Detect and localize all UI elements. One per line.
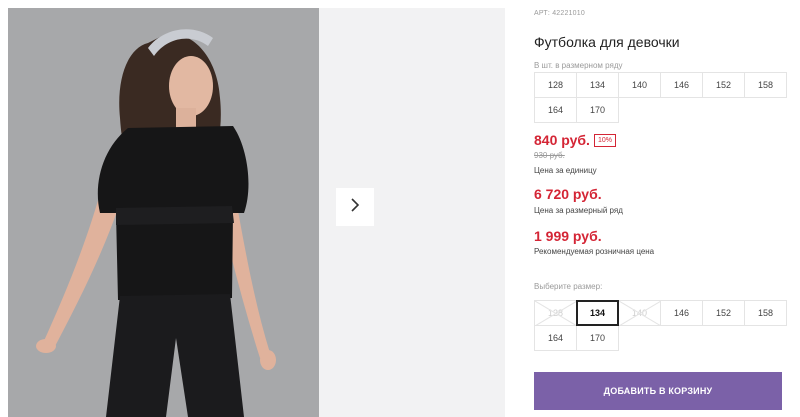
size-option-158[interactable]: 158	[744, 300, 787, 326]
size-option-128: 128	[534, 300, 577, 326]
size-row-item: 134	[576, 72, 619, 98]
size-option-label: 152	[715, 308, 732, 318]
size-row-label: В шт. в размерном ряду	[534, 61, 623, 70]
size-row-item: 140	[618, 72, 661, 98]
size-option-146[interactable]: 146	[660, 300, 703, 326]
size-option-170[interactable]: 170	[576, 325, 619, 351]
size-row-item: 164	[534, 97, 577, 123]
size-row-item: 170	[576, 97, 619, 123]
size-option-134[interactable]: 134	[576, 300, 619, 326]
retail-price: 1 999 руб.	[534, 228, 602, 244]
size-option-152[interactable]: 152	[702, 300, 745, 326]
retail-price-note: Рекомендуемая розничная цена	[534, 247, 655, 256]
size-option-label: 134	[589, 308, 606, 318]
product-sku: АРТ: 42221010	[534, 10, 585, 17]
product-title: Футболка для девочки	[534, 34, 680, 50]
size-select-grid: 128 134 140 146 152 158 164 170	[534, 300, 787, 351]
discount-badge: 10%	[594, 134, 617, 147]
size-option-140: 140	[618, 300, 661, 326]
size-option-label: 164	[547, 333, 564, 343]
strike-icon	[535, 301, 577, 326]
row-price: 6 720 руб.	[534, 186, 602, 202]
old-price: 930 руб.	[534, 151, 565, 160]
size-option-label: 158	[757, 308, 774, 318]
size-select-label: Выберите размер:	[534, 282, 603, 291]
size-option-label: 146	[673, 308, 690, 318]
gallery-next-button[interactable]	[336, 188, 374, 226]
size-row-item: 152	[702, 72, 745, 98]
size-option-164[interactable]: 164	[534, 325, 577, 351]
size-row-item: 128	[534, 72, 577, 98]
unit-price-note: Цена за единицу	[534, 166, 597, 175]
size-row-item: 158	[744, 72, 787, 98]
add-to-cart-button[interactable]: ДОБАВИТЬ В КОРЗИНУ	[534, 372, 782, 410]
size-row-grid: 128 134 140 146 152 158 164 170	[534, 72, 787, 123]
product-gallery	[8, 8, 505, 417]
row-price-note: Цена за размерный ряд	[534, 206, 623, 215]
product-photo[interactable]	[8, 8, 319, 417]
strike-icon	[619, 301, 661, 326]
chevron-right-icon	[349, 197, 361, 218]
size-row-item: 146	[660, 72, 703, 98]
unit-price: 840 руб.	[534, 132, 590, 148]
size-option-label: 170	[589, 333, 606, 343]
